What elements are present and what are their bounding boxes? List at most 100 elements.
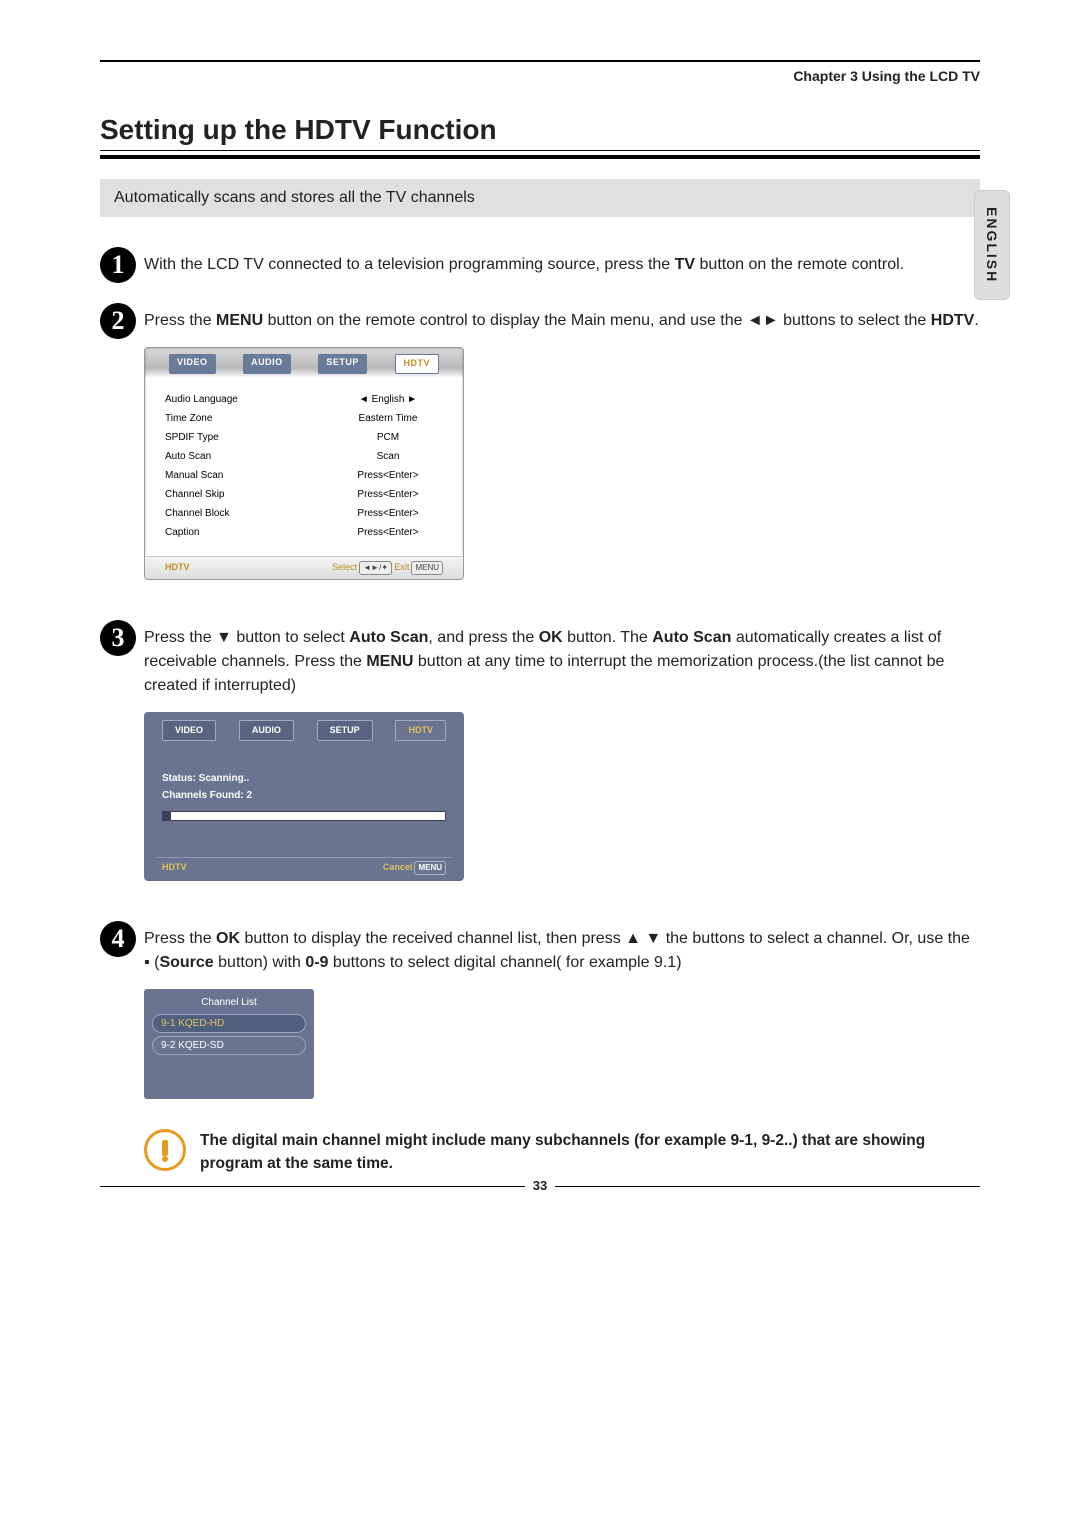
label: Audio Language <box>165 392 238 407</box>
channel-list: Channel List 9-1 KQED-HD 9-2 KQED-SD <box>144 989 314 1099</box>
language-tab: ENGLISH <box>974 190 1010 300</box>
osd2-footer: HDTV CancelMENU <box>144 857 464 881</box>
osd2-footer-title: HDTV <box>162 861 187 875</box>
value: ◄ English ► <box>333 392 443 407</box>
osd-footer-title: HDTV <box>165 561 190 575</box>
text: buttons to select digital channel( for e… <box>328 954 681 971</box>
label: Cancel <box>383 862 413 872</box>
osd-footer: HDTV Select◄►/✦ ExitMENU <box>145 556 463 579</box>
bold: 0-9 <box>305 954 328 971</box>
osd-row[interactable]: Channel Block Press<Enter> <box>165 504 443 523</box>
text: With the LCD TV connected to a televisio… <box>144 256 675 273</box>
scan-progress <box>162 811 446 821</box>
osd-row[interactable]: Manual Scan Press<Enter> <box>165 466 443 485</box>
step-4: 4 Press the OK button to display the rec… <box>100 921 980 1176</box>
bold: HDTV <box>931 312 975 329</box>
osd2-tab-audio[interactable]: AUDIO <box>239 720 294 742</box>
key-hint: ◄►/✦ <box>359 561 392 575</box>
warning-icon <box>144 1129 186 1171</box>
scan-found: Channels Found: 2 <box>162 788 446 803</box>
channel-list-title: Channel List <box>152 995 306 1010</box>
label: Auto Scan <box>165 449 211 464</box>
osd2-body: Status: Scanning.. Channels Found: 2 <box>144 749 464 857</box>
page-number: 33 <box>525 1178 555 1193</box>
rule-thick <box>100 155 980 159</box>
osd-row[interactable]: Time Zone Eastern Time <box>165 409 443 428</box>
label: Channel Skip <box>165 487 224 502</box>
osd-tab-audio[interactable]: AUDIO <box>243 354 291 374</box>
step-3-text: Press the ▼ button to select Auto Scan, … <box>144 620 980 902</box>
text: button on the remote control. <box>695 256 904 273</box>
value: PCM <box>333 430 443 445</box>
bold: Auto Scan <box>652 629 731 646</box>
osd-rows: Audio Language ◄ English ► Time Zone Easte… <box>145 380 463 556</box>
value: Press<Enter> <box>333 506 443 521</box>
bold: OK <box>539 629 563 646</box>
osd-scanning: VIDEO AUDIO SETUP HDTV Status: Scanning.… <box>144 712 464 882</box>
osd-row[interactable]: Auto Scan Scan <box>165 447 443 466</box>
step-2: 2 Press the MENU button on the remote co… <box>100 303 980 600</box>
chapter-title: Chapter 3 Using the LCD TV <box>100 68 980 84</box>
page-title: Setting up the HDTV Function <box>100 114 980 146</box>
step-1-number: 1 <box>100 247 144 283</box>
osd-tabs: VIDEO AUDIO SETUP HDTV <box>145 348 463 380</box>
bold: TV <box>675 256 695 273</box>
warning-box: The digital main channel might include m… <box>144 1129 980 1176</box>
step-3-number: 3 <box>100 620 144 902</box>
osd2-tabs: VIDEO AUDIO SETUP HDTV <box>144 712 464 750</box>
page: Chapter 3 Using the LCD TV ENGLISH Setti… <box>0 0 1080 1232</box>
osd2-tab-hdtv[interactable]: HDTV <box>395 720 446 742</box>
osd-row[interactable]: Caption Press<Enter> <box>165 523 443 542</box>
osd2-footer-hints: CancelMENU <box>383 861 446 875</box>
channel-list-row[interactable]: 9-1 KQED-HD <box>152 1014 306 1033</box>
bold: MENU <box>366 653 413 670</box>
value: Press<Enter> <box>333 487 443 502</box>
osd2-tab-video[interactable]: VIDEO <box>162 720 216 742</box>
osd-hdtv-menu: VIDEO AUDIO SETUP HDTV Audio Language ◄ E… <box>144 347 464 580</box>
osd-row[interactable]: SPDIF Type PCM <box>165 428 443 447</box>
osd2-tab-setup[interactable]: SETUP <box>317 720 373 742</box>
bold: MENU <box>216 312 263 329</box>
text: Press the <box>144 930 216 947</box>
language-tab-label: ENGLISH <box>984 207 1000 283</box>
key-hint: MENU <box>414 861 446 875</box>
osd-row[interactable]: Channel Skip Press<Enter> <box>165 485 443 504</box>
step-1: 1 With the LCD TV connected to a televis… <box>100 247 980 283</box>
osd-tab-hdtv[interactable]: HDTV <box>395 354 440 374</box>
label: Exit <box>394 562 409 572</box>
bold: Source <box>159 954 213 971</box>
value: Press<Enter> <box>333 525 443 540</box>
label: Time Zone <box>165 411 212 426</box>
step-2-text: Press the MENU button on the remote cont… <box>144 303 980 600</box>
rule-thin <box>100 150 980 151</box>
scan-status: Status: Scanning.. <box>162 771 446 786</box>
step-4-number: 4 <box>100 921 144 1176</box>
warning-text: The digital main channel might include m… <box>200 1129 980 1176</box>
value: Scan <box>333 449 443 464</box>
label: Manual Scan <box>165 468 223 483</box>
label: SPDIF Type <box>165 430 219 445</box>
intro-box: Automatically scans and stores all the T… <box>100 179 980 217</box>
text: Press the <box>144 312 216 329</box>
osd-tab-setup[interactable]: SETUP <box>318 354 367 374</box>
footer-rule: 33 <box>100 1186 980 1202</box>
label: Select <box>332 562 357 572</box>
step-4-text: Press the OK button to display the recei… <box>144 921 980 1176</box>
text: button. The <box>563 629 653 646</box>
text: button) with <box>214 954 306 971</box>
step-1-text: With the LCD TV connected to a televisio… <box>144 247 980 283</box>
osd-tab-video[interactable]: VIDEO <box>169 354 216 374</box>
label: Caption <box>165 525 199 540</box>
step-2-number: 2 <box>100 303 144 600</box>
text: button on the remote control to display … <box>263 312 931 329</box>
bold: OK <box>216 930 240 947</box>
value: Eastern Time <box>333 411 443 426</box>
channel-list-row[interactable]: 9-2 KQED-SD <box>152 1036 306 1055</box>
value: Press<Enter> <box>333 468 443 483</box>
bold: Auto Scan <box>349 629 428 646</box>
step-3: 3 Press the ▼ button to select Auto Scan… <box>100 620 980 902</box>
key-hint: MENU <box>411 561 443 575</box>
osd-row[interactable]: Audio Language ◄ English ► <box>165 390 443 409</box>
text: Press the ▼ button to select <box>144 629 349 646</box>
label: Channel Block <box>165 506 229 521</box>
